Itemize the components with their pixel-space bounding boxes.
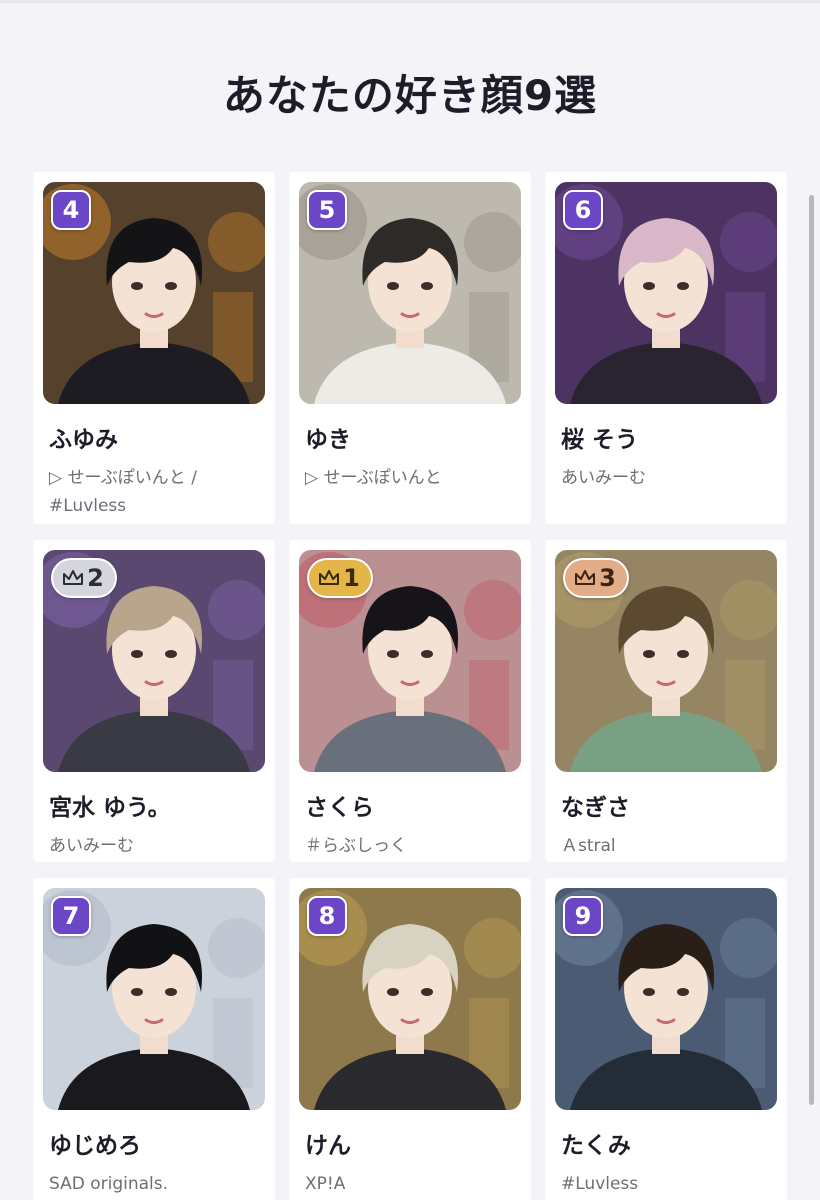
member-group: XP!A — [305, 1174, 346, 1194]
member-group: Ａstral — [561, 836, 616, 856]
member-name: なぎさ — [561, 795, 630, 821]
ranking-card[interactable]: 2 宮水 ゆう。 あいみーむ — [33, 540, 275, 862]
rank-badge: 8 — [307, 896, 347, 936]
rank-badge: 7 — [51, 896, 91, 936]
crown-icon — [318, 569, 340, 587]
member-group: ▷ せーぶぽいんと / #Luvless — [49, 468, 197, 516]
ranking-card[interactable]: 5 ゆき ▷ せーぶぽいんと — [289, 172, 531, 524]
member-group: ＃らぶしっく — [305, 836, 407, 856]
rank-badge: 9 — [563, 896, 603, 936]
member-name: ふゆみ — [49, 427, 118, 453]
member-name: たくみ — [561, 1133, 631, 1159]
rank-number: 3 — [599, 564, 616, 592]
crown-icon — [574, 569, 596, 587]
rank-badge: 6 — [563, 190, 603, 230]
member-photo[interactable]: 5 — [299, 182, 521, 404]
scrollbar[interactable] — [809, 195, 814, 1105]
ranking-card[interactable]: 7 ゆじめろ SAD originals. — [33, 878, 275, 1200]
ranking-card[interactable]: 6 桜 そう あいみーむ — [545, 172, 787, 524]
member-photo[interactable]: 6 — [555, 182, 777, 404]
rank-number: 2 — [87, 564, 104, 592]
ranking-card[interactable]: 8 けん XP!A — [289, 878, 531, 1200]
member-name: 桜 そう — [561, 427, 639, 453]
member-photo[interactable]: 1 — [299, 550, 521, 772]
member-photo[interactable]: 2 — [43, 550, 265, 772]
ranking-card[interactable]: 4 ふゆみ ▷ せーぶぽいんと / #Luvless — [33, 172, 275, 524]
member-photo[interactable]: 7 — [43, 888, 265, 1110]
member-name: ゆき — [305, 427, 351, 453]
member-group: SAD originals. — [49, 1174, 169, 1194]
member-name: ゆじめろ — [49, 1133, 141, 1159]
crown-icon — [62, 569, 84, 587]
member-group: #Luvless — [561, 1174, 639, 1194]
rank-badge: 3 — [563, 558, 629, 598]
member-name: さくら — [305, 795, 374, 821]
card-grid: 4 ふゆみ ▷ せーぶぽいんと / #Luvless 5 ゆき ▷ せーぶぽいん… — [33, 172, 787, 1200]
member-group: ▷ せーぶぽいんと — [305, 468, 442, 488]
ranking-card[interactable]: 1 さくら ＃らぶしっく — [289, 540, 531, 862]
rank-number: 9 — [574, 902, 592, 930]
page-title: あなたの好き顔9選 — [222, 71, 598, 120]
rank-number: 7 — [62, 902, 80, 930]
member-name: 宮水 ゆう。 — [49, 795, 171, 821]
member-photo[interactable]: 8 — [299, 888, 521, 1110]
member-group: あいみーむ — [49, 836, 134, 856]
rank-badge: 4 — [51, 190, 91, 230]
rank-badge: 1 — [307, 558, 373, 598]
member-photo[interactable]: 3 — [555, 550, 777, 772]
member-photo[interactable]: 4 — [43, 182, 265, 404]
member-photo[interactable]: 9 — [555, 888, 777, 1110]
rank-number: 5 — [318, 196, 336, 224]
top-divider — [0, 0, 820, 3]
member-group: あいみーむ — [561, 468, 646, 488]
rank-number: 1 — [343, 564, 360, 592]
member-name: けん — [305, 1133, 351, 1159]
ranking-card[interactable]: 9 たくみ #Luvless — [545, 878, 787, 1200]
rank-number: 8 — [318, 902, 336, 930]
rank-badge: 2 — [51, 558, 117, 598]
ranking-card[interactable]: 3 なぎさ Ａstral — [545, 540, 787, 862]
rank-number: 4 — [62, 196, 80, 224]
rank-badge: 5 — [307, 190, 347, 230]
rank-number: 6 — [574, 196, 592, 224]
